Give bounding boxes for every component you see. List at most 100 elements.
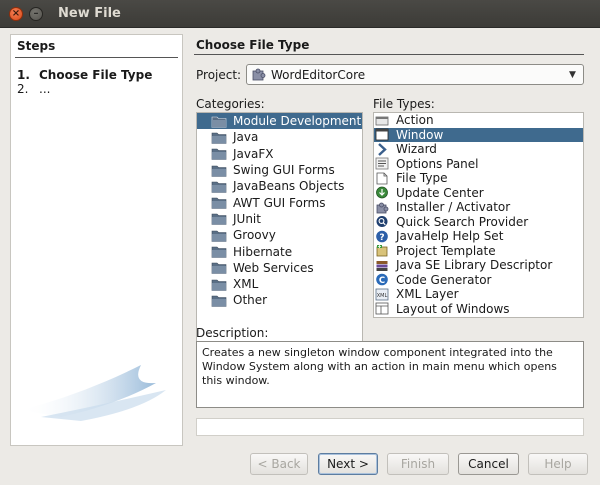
file-type-item[interactable]: Wizard	[374, 142, 583, 157]
categories-label: Categories:	[196, 97, 265, 111]
file-type-item[interactable]: File Type	[374, 171, 583, 186]
project-select-value: WordEditorCore	[271, 67, 366, 82]
project-select[interactable]: WordEditorCore ▼	[246, 64, 584, 85]
file-type-item[interactable]: C Code Generator	[374, 273, 583, 288]
category-item[interactable]: Hibernate	[197, 243, 362, 259]
file-type-item[interactable]: Project Template	[374, 244, 583, 259]
folder-icon	[211, 279, 227, 291]
finish-button[interactable]: Finish	[387, 453, 449, 475]
category-item[interactable]: JavaBeans Objects	[197, 178, 362, 194]
category-label: XML	[233, 277, 259, 292]
folder-icon	[211, 116, 227, 128]
wizard-decoration-image	[21, 365, 166, 421]
step-item-choose-file-type: 1. Choose File Type	[17, 68, 152, 82]
cancel-button[interactable]: Cancel	[458, 453, 519, 475]
help-button[interactable]: Help	[528, 453, 588, 475]
category-item[interactable]: JavaFX	[197, 146, 362, 162]
category-label: JavaFX	[233, 146, 274, 161]
category-label: Hibernate	[233, 244, 293, 259]
file-type-item[interactable]: Java SE Library Descriptor	[374, 258, 583, 273]
minimize-window-button[interactable]: –	[29, 7, 43, 21]
panel-title: Choose File Type	[196, 38, 310, 52]
file-types-list[interactable]: Action Window Wizard Options Panel File …	[373, 112, 584, 318]
file-type-label: JavaHelp Help Set	[396, 229, 504, 244]
file-type-item[interactable]: Quick Search Provider	[374, 215, 583, 230]
category-item[interactable]: Other	[197, 292, 362, 308]
button-bar: < Back Next > Finish Cancel Help	[0, 446, 600, 485]
wizard-icon	[378, 142, 387, 156]
folder-icon	[211, 263, 227, 275]
xml-layer-icon: XML	[375, 288, 389, 301]
file-type-item[interactable]: Update Center	[374, 186, 583, 201]
category-item[interactable]: Web Services	[197, 260, 362, 276]
file-type-label: File Type	[396, 171, 448, 186]
category-label: Java	[233, 130, 259, 145]
folder-icon	[211, 197, 227, 209]
library-icon	[376, 260, 388, 271]
window-title: New File	[58, 6, 121, 21]
close-icon: ×	[11, 8, 21, 19]
file-type-item[interactable]: XML XML Layer	[374, 287, 583, 302]
folder-icon	[211, 165, 227, 177]
steps-panel: Steps 1. Choose File Type 2. ...	[10, 34, 183, 446]
category-label: Swing GUI Forms	[233, 163, 335, 178]
folder-icon	[211, 230, 227, 242]
layout-icon	[375, 302, 389, 315]
folder-icon	[211, 295, 227, 307]
svg-text:XML: XML	[377, 293, 388, 299]
category-item[interactable]: Swing GUI Forms	[197, 162, 362, 178]
close-window-button[interactable]: ×	[9, 7, 23, 21]
step-label: Choose File Type	[39, 68, 153, 82]
category-item[interactable]: JUnit	[197, 211, 362, 227]
folder-icon	[211, 132, 227, 144]
category-item[interactable]: Java	[197, 129, 362, 145]
file-type-label: Project Template	[396, 243, 496, 258]
code-generator-icon: C	[376, 273, 388, 286]
file-type-label: Java SE Library Descriptor	[396, 258, 553, 273]
file-type-item[interactable]: ? JavaHelp Help Set	[374, 229, 583, 244]
file-type-item[interactable]: Window	[374, 127, 583, 142]
project-label: Project:	[196, 68, 242, 82]
category-label: JavaBeans Objects	[233, 179, 345, 194]
file-type-label: Action	[396, 113, 434, 128]
minimize-icon: –	[33, 8, 39, 19]
file-type-label: Layout of Windows	[396, 301, 510, 316]
back-button[interactable]: < Back	[250, 453, 308, 475]
next-button[interactable]: Next >	[318, 453, 378, 475]
file-type-item[interactable]: Installer / Activator	[374, 200, 583, 215]
file-type-label: XML Layer	[396, 287, 459, 302]
steps-title: Steps	[17, 39, 56, 53]
category-item[interactable]: Groovy	[197, 227, 362, 243]
step-number: 2.	[17, 82, 29, 96]
status-message-area	[196, 418, 584, 436]
folder-icon	[211, 246, 227, 258]
file-type-icon	[376, 172, 388, 185]
category-label: Module Development	[233, 114, 362, 129]
project-template-icon	[376, 245, 388, 257]
category-item[interactable]: XML	[197, 276, 362, 292]
category-label: Other	[233, 293, 268, 308]
description-label: Description:	[196, 326, 269, 340]
file-type-item[interactable]: Layout of Windows	[374, 302, 583, 317]
file-type-item[interactable]: Action	[374, 113, 583, 128]
category-label: Groovy	[233, 228, 276, 243]
action-icon	[375, 116, 389, 126]
category-label: JUnit	[233, 211, 261, 226]
category-label: AWT GUI Forms	[233, 195, 326, 210]
category-item[interactable]: Module Development	[197, 113, 362, 130]
file-type-item[interactable]: Options Panel	[374, 157, 583, 172]
window-titlebar: × – New File	[0, 0, 600, 28]
folder-icon	[211, 181, 227, 193]
categories-list[interactable]: Module Development Java JavaFX Swing GUI…	[196, 112, 363, 346]
window-icon	[375, 128, 389, 141]
installer-icon	[376, 202, 389, 214]
file-type-label: Installer / Activator	[396, 200, 511, 215]
category-item[interactable]: AWT GUI Forms	[197, 194, 362, 210]
step-label: ...	[39, 82, 51, 96]
svg-text:?: ?	[379, 233, 384, 243]
dropdown-arrow-icon: ▼	[569, 69, 576, 80]
description-text: Creates a new singleton window component…	[196, 341, 584, 408]
file-type-label: Update Center	[396, 185, 484, 200]
dialog-body: Steps 1. Choose File Type 2. ... Choose …	[0, 28, 600, 485]
file-type-label: Wizard	[396, 142, 437, 157]
